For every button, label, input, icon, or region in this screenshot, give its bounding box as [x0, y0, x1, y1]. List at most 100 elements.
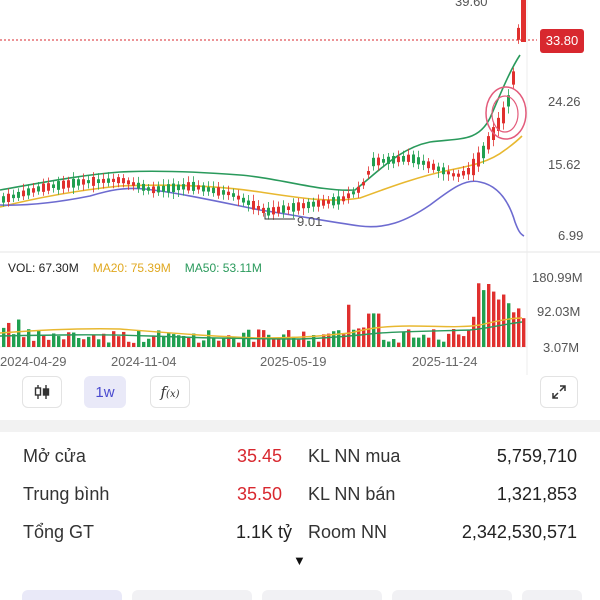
chart-toolbar: 1w f(x): [0, 376, 600, 410]
candle-body: [102, 178, 105, 183]
indicator-button[interactable]: f(x): [150, 376, 190, 408]
candle-body: [27, 188, 30, 196]
volume-bar: [337, 330, 341, 347]
candle-body: [447, 171, 450, 175]
foreign-room-label: Room NN: [308, 522, 388, 542]
candle-body: [197, 185, 200, 190]
interval-button[interactable]: 1w: [84, 376, 126, 408]
volume-bar: [377, 313, 381, 347]
candle-body: [462, 170, 465, 176]
volume-bar: [187, 337, 191, 347]
candle-body: [502, 107, 505, 124]
candle-body: [222, 190, 225, 195]
volume-bar: [32, 340, 36, 347]
volume-bar: [282, 334, 286, 347]
candle-body: [267, 207, 270, 216]
bottom-tab-4[interactable]: [392, 590, 512, 600]
candle-body: [477, 152, 480, 167]
volume-bar: [392, 339, 396, 347]
candle-body-latest: [521, 0, 526, 42]
candle-body: [187, 182, 190, 191]
candle-body: [257, 205, 260, 210]
candle-body: [397, 156, 400, 163]
volume-bar: [347, 304, 351, 347]
candle-body: [367, 171, 370, 175]
open-value: 35.45: [237, 446, 283, 466]
candle-body: [212, 187, 215, 194]
volume-bar: [442, 341, 446, 347]
volume-bar: [122, 331, 126, 347]
candle-body: [282, 205, 285, 213]
candle-body: [387, 156, 390, 164]
candle-body: [357, 186, 360, 193]
candle-body: [72, 178, 75, 188]
candle-body: [517, 27, 520, 40]
volume-bar: [432, 329, 436, 347]
volume-bar: [77, 337, 81, 347]
volume-bar: [167, 333, 171, 347]
volume-bar: [457, 334, 461, 347]
candle-body: [37, 186, 40, 192]
stock-stats: Mở cửa 35.45 KL NN mua 5,759,710 Trung b…: [0, 432, 600, 552]
fullscreen-button[interactable]: [540, 376, 578, 408]
volume-bar: [117, 336, 121, 347]
volume-bar: [307, 340, 311, 347]
candle-body: [347, 193, 350, 199]
candle-body: [422, 160, 425, 165]
bottom-tab-2[interactable]: [132, 590, 252, 600]
candle-body: [342, 196, 345, 202]
price-chart[interactable]: 9.01 39.60 24.26 15.62 6.99 180.99M 92.0…: [0, 0, 600, 375]
volume-bar: [497, 299, 501, 347]
foreign-buy-label: KL NN mua: [308, 446, 401, 466]
candle-body: [262, 207, 265, 214]
candle-body: [407, 154, 410, 162]
candle-body: [332, 197, 335, 206]
volume-bar: [17, 319, 21, 347]
volume-bar: [87, 336, 91, 347]
volume-ma50-line: [0, 321, 523, 340]
candle-body: [432, 163, 435, 170]
expand-stats-chevron-icon[interactable]: ▼: [293, 553, 306, 568]
candle-body: [277, 206, 280, 214]
bottom-tab-3[interactable]: [262, 590, 382, 600]
volume-bar: [447, 333, 451, 347]
volume-bar: [47, 339, 51, 347]
candle-body: [417, 157, 420, 165]
candle-body: [312, 201, 315, 207]
volume-tick-1: 180.99M: [532, 270, 583, 285]
candle-body: [192, 181, 195, 191]
volume-bar: [192, 333, 196, 347]
chart-type-button[interactable]: [22, 376, 62, 408]
volume-value: VOL: 67.30M: [8, 261, 79, 275]
volume-bar: [267, 334, 271, 347]
volume-bar: [242, 332, 246, 347]
volume-bar: [452, 329, 456, 347]
candlestick-series: [2, 0, 526, 220]
date-label-1: 2024-04-29: [0, 354, 67, 369]
candle-body: [92, 176, 95, 186]
volume-bar: [22, 337, 26, 347]
volume-bar: [62, 339, 66, 347]
volume-ma50-value: MA50: 53.11M: [184, 261, 262, 275]
stat-row-average: Trung bình 35.50 KL NN bán 1,321,853: [0, 474, 600, 512]
foreign-sell-label: KL NN bán: [308, 484, 396, 504]
volume-bar: [492, 291, 496, 347]
volume-bar: [212, 338, 216, 347]
candle-body: [487, 136, 490, 150]
volume-bar: [517, 308, 521, 347]
candle-body: [202, 185, 205, 192]
chart-canvas[interactable]: 9.01 39.60 24.26 15.62 6.99 180.99M 92.0…: [0, 0, 600, 375]
candle-body: [437, 166, 440, 172]
volume-bar: [42, 334, 46, 347]
volume-bar: [397, 342, 401, 347]
candle-body: [442, 167, 445, 175]
candle-body: [107, 178, 110, 183]
candle-body: [152, 186, 155, 194]
candle-body: [352, 191, 355, 195]
volume-bar: [252, 341, 256, 347]
candle-body: [392, 156, 395, 164]
bottom-tab-5[interactable]: [522, 590, 582, 600]
bottom-tab-1[interactable]: [22, 590, 122, 600]
volume-legend: VOL: 67.30M MA20: 75.39M MA50: 53.11M: [8, 261, 262, 275]
candle-body: [157, 186, 160, 193]
